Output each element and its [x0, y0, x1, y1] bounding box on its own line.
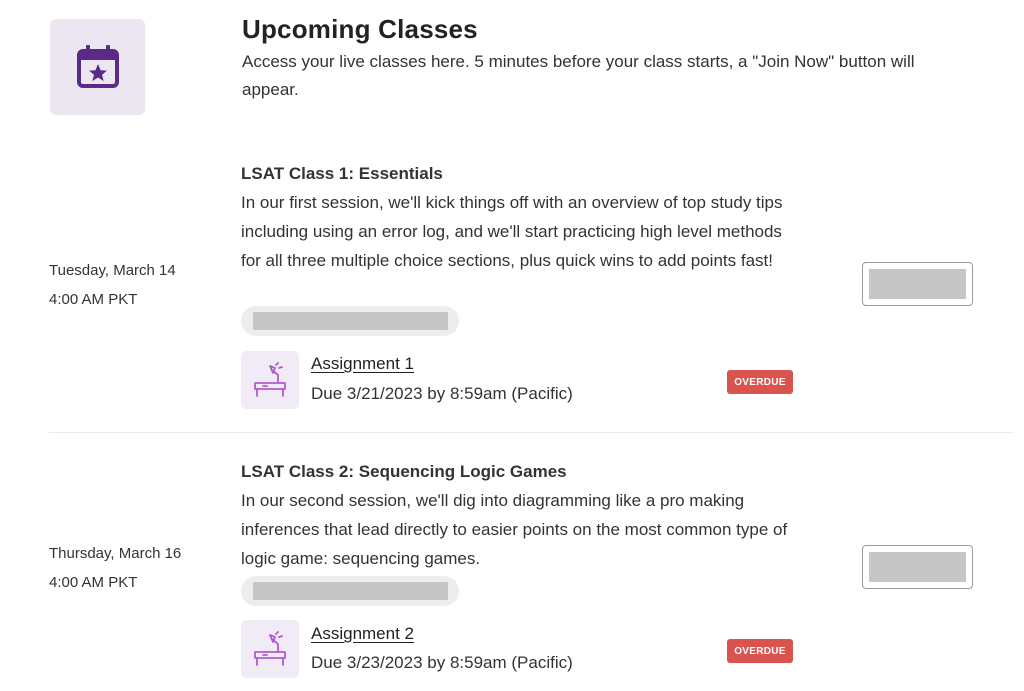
class-title: LSAT Class 2: Sequencing Logic Games [241, 462, 567, 481]
page-subtitle: Access your live classes here. 5 minutes… [242, 52, 915, 99]
assignment-link[interactable]: Assignment 1 [311, 354, 414, 374]
page-title: Upcoming Classes [242, 14, 478, 44]
join-button-placeholder[interactable] [862, 262, 973, 306]
class-datetime: Thursday, March 16 4:00 AM PKT [49, 539, 181, 597]
join-button-placeholder[interactable] [862, 545, 973, 589]
redacted-tag [241, 306, 459, 336]
assignment-link[interactable]: Assignment 2 [311, 624, 414, 644]
overdue-badge: OVERDUE [727, 370, 793, 394]
class-description: In our second session, we'll dig into di… [241, 491, 788, 568]
class-title: LSAT Class 1: Essentials [241, 164, 443, 183]
divider [49, 432, 1014, 433]
assignment-due: Due 3/21/2023 by 8:59am (Pacific) [311, 384, 573, 403]
desk-lamp-icon [241, 351, 299, 409]
calendar-star-icon [50, 19, 145, 115]
class-datetime: Tuesday, March 14 4:00 AM PKT [49, 256, 176, 314]
desk-lamp-icon [241, 620, 299, 678]
class-description: In our first session, we'll kick things … [241, 193, 783, 270]
overdue-badge: OVERDUE [727, 639, 793, 663]
class-date: Thursday, March 16 [49, 545, 182, 562]
class-date: Tuesday, March 14 [49, 262, 176, 279]
redacted-tag [241, 576, 459, 606]
class-time: 4:00 AM PKT [49, 291, 138, 308]
class-time: 4:00 AM PKT [49, 574, 138, 591]
assignment-due: Due 3/23/2023 by 8:59am (Pacific) [311, 653, 573, 672]
